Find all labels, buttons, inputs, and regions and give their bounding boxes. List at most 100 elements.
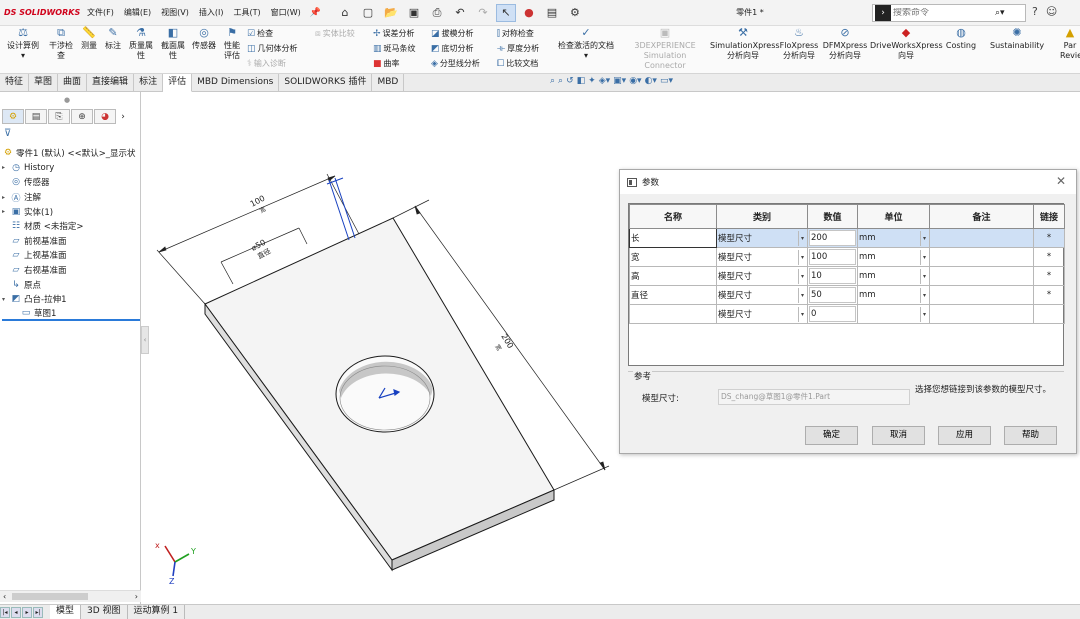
tab-features[interactable]: 特征	[0, 74, 30, 92]
tab-3d-views[interactable]: 3D 视图	[81, 605, 128, 619]
scrollbar-thumb[interactable]	[12, 593, 88, 600]
tree-root-part[interactable]: ⚙ 零件1 (默认) <<默认>_显示状	[2, 146, 140, 161]
undercut-analysis-button[interactable]: ◩ 底切分析	[431, 43, 474, 54]
cell-unit[interactable]: mm ▾	[857, 228, 930, 248]
tab-solidworks-addins[interactable]: SOLIDWORKS 插件	[279, 74, 373, 92]
cell-value[interactable]: 50	[807, 285, 858, 305]
previous-view-icon[interactable]: ↺	[566, 76, 574, 86]
symmetry-check-button[interactable]: ⫿ 对称检查	[497, 28, 534, 39]
display-style-icon[interactable]: ▣▾	[613, 76, 626, 86]
interference-button[interactable]: ⧉ 干涉检查	[48, 27, 74, 61]
scroll-right-icon[interactable]: ›	[135, 592, 138, 601]
hide-show-icon[interactable]: ◉▾	[629, 76, 641, 86]
floxpress-button[interactable]: ♨ FloXpress 分析向导	[778, 27, 820, 61]
expand-arrow-icon[interactable]: ▸	[2, 208, 10, 215]
tab-model[interactable]: 模型	[50, 605, 82, 619]
entity-compare-button[interactable]: ⧈ 实体比较	[315, 28, 355, 39]
nav-first-icon[interactable]: |◂	[0, 606, 10, 618]
performance-eval-button[interactable]: ⚑ 性能评估	[221, 27, 243, 61]
panel-collapse-handle[interactable]: ●	[64, 96, 70, 104]
cell-value[interactable]: 0	[807, 304, 858, 324]
redo-icon[interactable]: ↷	[473, 4, 493, 22]
cell-note[interactable]	[929, 304, 1034, 324]
cell-name[interactable]: 高	[629, 266, 717, 286]
driveworksxpress-button[interactable]: ◆ DriveWorksXpress 向导	[870, 27, 943, 61]
tab-direct-editing[interactable]: 直接编辑	[87, 74, 135, 92]
sensor-button[interactable]: ◎ 传感器	[190, 27, 218, 51]
table-row-new[interactable]: 模型尺寸 ▾ 0 ▾	[629, 304, 1065, 324]
chevron-right-icon[interactable]: ›	[117, 109, 129, 124]
parting-line-analysis-button[interactable]: ◈ 分型线分析	[431, 58, 480, 69]
search-icon[interactable]: ⌕▾	[995, 8, 1005, 18]
scroll-left-icon[interactable]: ‹	[3, 592, 6, 601]
chevron-down-icon[interactable]: ▾	[798, 287, 806, 303]
dfmxpress-button[interactable]: ⊘ DFMXpress 分析向导	[822, 27, 868, 61]
menu-view[interactable]: 视图(V)	[156, 7, 194, 18]
chevron-down-icon[interactable]: ▾	[798, 268, 806, 284]
menu-tools[interactable]: 工具(T)	[228, 7, 265, 18]
chevron-down-icon[interactable]: ▾	[920, 287, 928, 303]
display-settings-icon[interactable]: ▭▾	[660, 76, 673, 86]
cell-link[interactable]: *	[1033, 285, 1065, 305]
configuration-manager-tab-icon[interactable]: ⎘	[48, 109, 70, 124]
3dexperience-connector-button[interactable]: ▣ 3DEXPERIENCE Simulation Connector	[622, 27, 708, 71]
cell-value[interactable]: 100	[807, 247, 858, 267]
help-icon[interactable]: ?	[1032, 5, 1038, 18]
cell-name[interactable]	[629, 304, 717, 324]
cell-link[interactable]: *	[1033, 228, 1065, 248]
mass-properties-button[interactable]: ⚗ 质量属性	[126, 27, 156, 61]
tree-item-right-plane[interactable]: ▱ 右视基准面	[2, 263, 140, 278]
simulationxpress-button[interactable]: ⚒ SimulationXpress 分析向导	[710, 27, 780, 61]
file-properties-icon[interactable]: ▤	[542, 4, 562, 22]
tree-item-annotations[interactable]: ▸ Ⓐ 注解	[2, 190, 140, 205]
costing-button[interactable]: ◍ Costing	[944, 27, 978, 51]
ok-button[interactable]: 确定	[805, 426, 858, 445]
gear-icon[interactable]: ⚙	[565, 4, 585, 22]
search-input[interactable]	[893, 8, 993, 18]
tab-sketch[interactable]: 草图	[29, 74, 59, 92]
thickness-analysis-button[interactable]: ⟛ 厚度分析	[497, 43, 539, 54]
cell-value[interactable]: 200	[807, 228, 858, 248]
tree-item-origin[interactable]: ↳ 原点	[2, 277, 140, 292]
menu-window[interactable]: 窗口(W)	[266, 7, 306, 18]
cell-note[interactable]	[929, 247, 1034, 267]
cell-link[interactable]: *	[1033, 266, 1065, 286]
apply-button[interactable]: 应用	[938, 426, 991, 445]
tab-evaluate[interactable]: 评估	[163, 74, 193, 92]
dynamic-annotation-icon[interactable]: ✦	[588, 76, 596, 86]
tree-item-front-plane[interactable]: ▱ 前视基准面	[2, 234, 140, 249]
section-properties-button[interactable]: ◧ 截面属性	[158, 27, 188, 61]
chevron-down-icon[interactable]: ▾	[798, 230, 806, 246]
tree-item-sensors[interactable]: ◎ 传感器	[2, 175, 140, 190]
cell-name[interactable]: 直径	[629, 285, 717, 305]
property-manager-tab-icon[interactable]: ▤	[25, 109, 47, 124]
open-folder-icon[interactable]: 📂	[381, 4, 401, 22]
nav-next-icon[interactable]: ▸	[22, 606, 32, 618]
table-row[interactable]: 长 模型尺寸 ▾ 200 mm ▾ *	[629, 228, 1065, 248]
tree-item-sketch[interactable]: ▭ 草图1	[2, 307, 140, 322]
close-icon[interactable]: ✕	[1056, 174, 1066, 188]
traffic-light-icon[interactable]: ●	[519, 4, 539, 22]
sustainability-button[interactable]: ✺ Sustainability	[990, 27, 1044, 51]
tree-item-boss-extrude[interactable]: ▾ ◩ 凸台-拉伸1	[2, 292, 140, 307]
chevron-down-icon[interactable]: ▾	[920, 230, 928, 246]
cell-category[interactable]: 模型尺寸 ▾	[716, 266, 808, 286]
search-box[interactable]: › ⌕▾	[872, 4, 1026, 22]
menu-edit[interactable]: 编辑(E)	[119, 7, 156, 18]
markup-button[interactable]: ✎ 标注	[102, 27, 124, 51]
section-view-icon[interactable]: ◧	[577, 76, 586, 86]
pin-icon[interactable]: 📌	[310, 8, 321, 18]
import-diagnostics-button[interactable]: ⚕ 输入诊断	[247, 58, 286, 69]
undo-icon[interactable]: ↶	[450, 4, 470, 22]
table-row[interactable]: 宽 模型尺寸 ▾ 100 mm ▾ *	[629, 247, 1065, 267]
help-button[interactable]: 帮助	[1004, 426, 1057, 445]
nav-prev-icon[interactable]: ◂	[11, 606, 21, 618]
menu-file[interactable]: 文件(F)	[82, 7, 119, 18]
tab-mbd[interactable]: MBD	[372, 74, 405, 92]
cell-category[interactable]: 模型尺寸 ▾	[716, 304, 808, 324]
view-orientation-icon[interactable]: ◈▾	[599, 76, 610, 86]
cell-category[interactable]: 模型尺寸 ▾	[716, 285, 808, 305]
table-row[interactable]: 高 模型尺寸 ▾ 10 mm ▾ *	[629, 266, 1065, 286]
cell-unit[interactable]: mm ▾	[857, 285, 930, 305]
compare-documents-button[interactable]: ⧠ 比较文档	[497, 58, 538, 69]
